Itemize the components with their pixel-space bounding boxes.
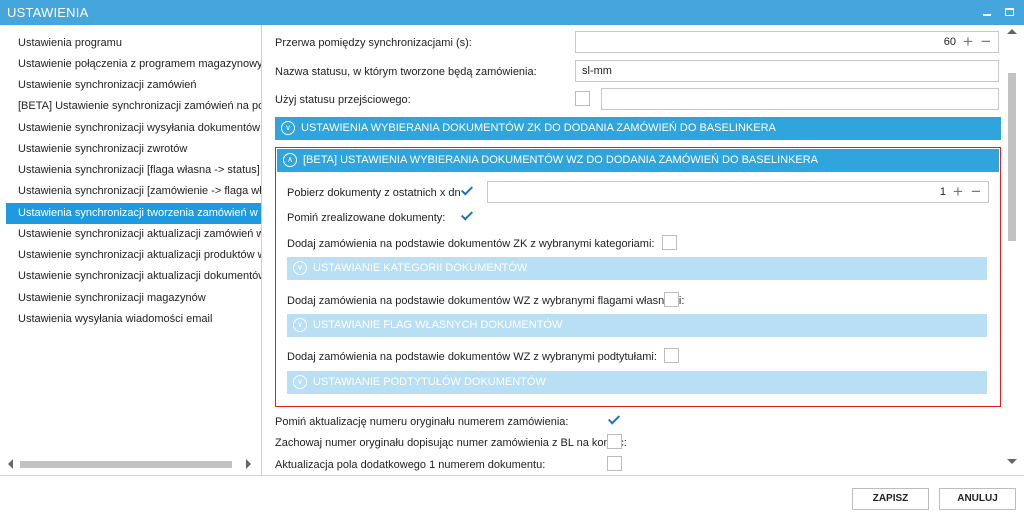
subtitles-section-title: USTAWIANIE PODTYTUŁÓW DOKUMENTÓW [313,376,546,388]
sidebar-item-order-update-sync[interactable]: Ustawienie synchronizacji aktualizacji z… [6,224,261,245]
plus-icon[interactable]: + [960,32,976,52]
zk-section-header[interactable]: ∨ USTAWIENIA WYBIERANIA DOKUMENTÓW ZK DO… [275,117,1001,140]
categories-section-header[interactable]: ∨ USTAWIANIE KATEGORII DOKUMENTÓW [287,257,987,280]
wz-subtitles-label: Dodaj zamówienia na podstawie dokumentów… [287,351,657,363]
maximize-icon [1005,8,1014,16]
wz-flags-checkbox[interactable] [664,292,679,307]
chevron-down-icon: ∨ [293,375,307,389]
window-titlebar: USTAWIENIA [0,0,1024,25]
chevron-up-icon: ∧ [283,153,297,167]
skip-original-update-checkbox[interactable] [607,413,622,428]
minus-icon[interactable]: − [968,182,984,202]
sync-interval-value: 60 [943,36,956,48]
minimize-icon [983,14,991,16]
sidebar-item-order-sync[interactable]: Ustawienie synchronizacji zamówień [6,75,261,96]
sidebar-item-returns-sync[interactable]: Ustawienie synchronizacji zwrotów [6,139,261,160]
fetch-days-value: 1 [939,186,946,198]
fetch-days-label: Pobierz dokumenty z ostatnich x dni: [287,187,467,199]
transitional-status-input[interactable] [601,88,999,110]
wz-subtitles-checkbox[interactable] [664,348,679,363]
sidebar-item-order-creation-sync[interactable]: Ustawienia synchronizacji tworzenia zamó… [6,203,261,224]
minus-icon[interactable]: − [978,32,994,52]
skip-completed-label: Pomiń zrealizowane dokumenty: [287,212,446,224]
update-extra-field-label: Aktualizacja pola dodatkowego 1 numerem … [275,459,546,471]
plus-icon[interactable]: + [950,182,966,202]
keep-original-number-label: Zachowaj numer oryginału dopisując numer… [275,437,627,449]
window-title: USTAWIENIA [7,5,89,20]
maximize-button[interactable] [1001,3,1019,21]
sync-interval-stepper[interactable]: 60 + − [575,31,999,53]
sidebar-item-product-update-sync[interactable]: Ustawienie synchronizacji aktualizacji p… [6,245,261,266]
flags-section-title: USTAWIANIE FLAG WŁASNYCH DOKUMENTÓW [313,319,563,331]
status-name-input[interactable]: sl-mm [575,60,999,82]
sync-interval-label: Przerwa pomiędzy synchronizacjami (s): [275,37,472,49]
save-button[interactable]: ZAPISZ [852,488,929,510]
sidebar-item-program-settings[interactable]: Ustawienia programu [6,33,261,54]
chevron-down-icon: ∨ [281,121,295,135]
scroll-up-icon[interactable] [1007,29,1017,34]
content-vertical-scrollbar[interactable] [1005,25,1019,473]
scrollbar-thumb[interactable] [1008,73,1016,241]
update-extra-field-checkbox[interactable] [607,456,622,471]
scroll-left-icon[interactable] [8,459,13,469]
keep-original-number-checkbox[interactable] [607,434,622,449]
sidebar-item-beta-order-sync[interactable]: [BETA] Ustawienie synchronizacji zamówie… [6,96,261,117]
sidebar-item-document-update-sync[interactable]: Ustawienie synchronizacji aktualizacji d… [6,266,261,287]
settings-nav: Ustawienia programu Ustawienie połączeni… [0,25,262,475]
skip-completed-checkbox[interactable] [460,209,475,224]
scrollbar-thumb[interactable] [20,461,232,468]
wz-section-header[interactable]: ∧ [BETA] USTAWIENIA WYBIERANIA DOKUMENTÓ… [277,149,999,172]
zk-categories-label: Dodaj zamówienia na podstawie dokumentów… [287,238,655,250]
status-name-label: Nazwa statusu, w którym tworzone będą za… [275,66,537,78]
sidebar-item-warehouse-sync[interactable]: Ustawienie synchronizacji magazynów [6,288,261,309]
cancel-button[interactable]: ANULUJ [939,488,1016,510]
chevron-down-icon: ∨ [293,318,307,332]
fetch-days-stepper[interactable]: 1 + − [487,181,989,203]
zk-categories-checkbox[interactable] [662,235,677,250]
scroll-down-icon[interactable] [1007,459,1017,464]
sidebar-item-order-flag-sync[interactable]: Ustawienia synchronizacji [zamówienie ->… [6,181,261,202]
subtitles-section-header[interactable]: ∨ USTAWIANIE PODTYTUŁÓW DOKUMENTÓW [287,371,987,394]
categories-section-title: USTAWIANIE KATEGORII DOKUMENTÓW [313,262,528,274]
zk-section-title: USTAWIENIA WYBIERANIA DOKUMENTÓW ZK DO D… [301,122,776,134]
settings-content: Przerwa pomiędzy synchronizacjami (s): 6… [263,25,1024,475]
fetch-days-checkbox[interactable] [460,184,475,199]
scroll-right-icon[interactable] [246,459,251,469]
flags-section-header[interactable]: ∨ USTAWIANIE FLAG WŁASNYCH DOKUMENTÓW [287,314,987,337]
sidebar-item-flag-status-sync[interactable]: Ustawienia synchronizacji [flaga własna … [6,160,261,181]
wz-section-title: [BETA] USTAWIENIA WYBIERANIA DOKUMENTÓW … [303,154,819,166]
transitional-status-label: Użyj statusu przejściowego: [275,94,411,106]
dialog-footer: ZAPISZ ANULUJ [0,475,1024,515]
sidebar-item-warehouse-connection[interactable]: Ustawienie połączenia z programem magazy… [6,54,261,75]
skip-original-update-label: Pomiń aktualizację numeru oryginału nume… [275,416,569,428]
sidebar-item-document-sending-sync[interactable]: Ustawienie synchronizacji wysyłania doku… [6,118,261,139]
transitional-status-checkbox[interactable] [575,91,590,106]
chevron-down-icon: ∨ [293,261,307,275]
minimize-button[interactable] [978,3,996,21]
sidebar-item-email-settings[interactable]: Ustawienia wysyłania wiadomości email [6,309,261,330]
sidebar-horizontal-scrollbar[interactable] [6,457,258,471]
wz-flags-label: Dodaj zamówienia na podstawie dokumentów… [287,295,685,307]
